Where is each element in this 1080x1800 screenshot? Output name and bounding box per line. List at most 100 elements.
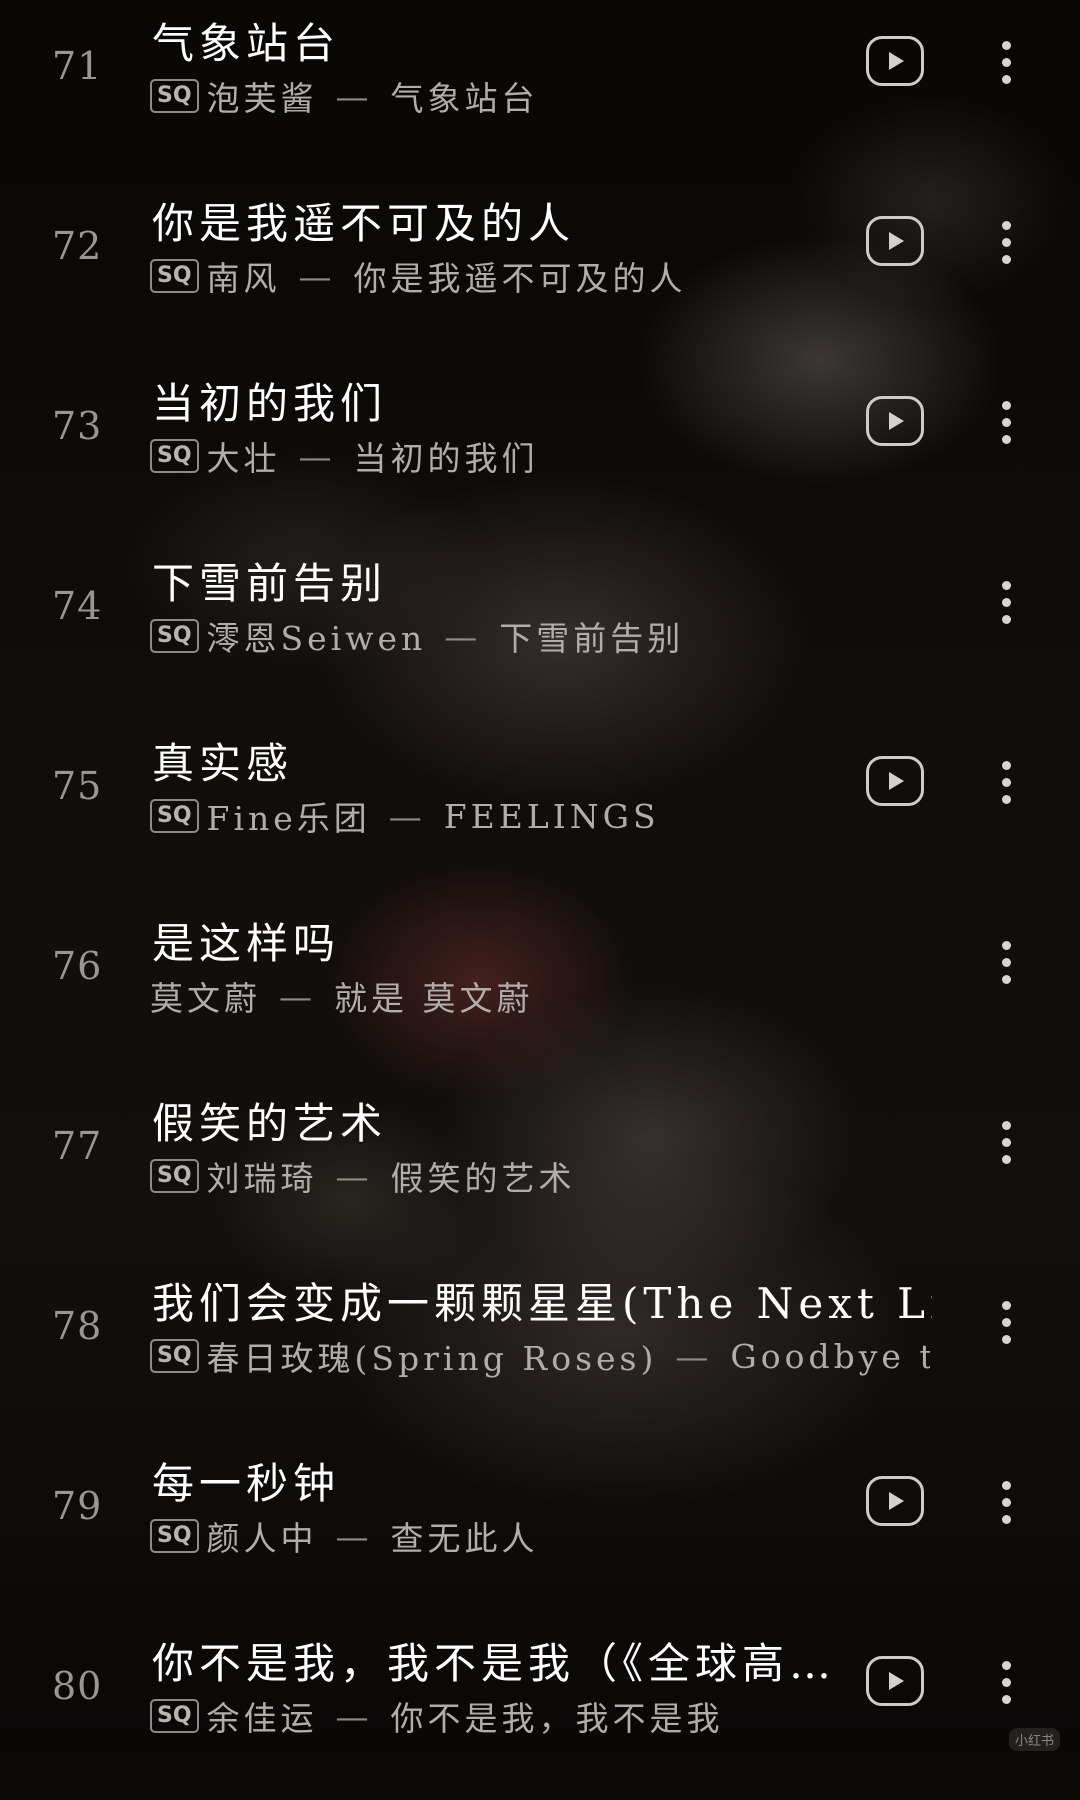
song-album: 假笑的艺术 <box>390 1159 576 1198</box>
more-dot <box>1001 615 1011 624</box>
song-subtitle: SQ 刘瑞琦 — 假笑的艺术 <box>150 1152 930 1200</box>
song-subtitle: SQ春日玫瑰(Spring Roses) — Goodbye to Weihai <box>150 1332 930 1380</box>
separator-dash: — <box>335 1696 373 1736</box>
song-artist: 颜人中 <box>206 1519 318 1558</box>
sq-quality-badge: SQ <box>150 79 199 113</box>
more-vertical-icon[interactable] <box>996 218 1016 268</box>
song-artist: 澪恩Seiwen <box>206 619 427 658</box>
song-album: 你是我遥不可及的人 <box>353 259 687 298</box>
song-title: 下雪前告别 <box>152 559 388 608</box>
more-dot <box>1001 221 1011 230</box>
more-vertical-icon[interactable] <box>996 1478 1016 1528</box>
song-subtitle: SQ Fine乐团 — FEELINGS <box>150 792 930 840</box>
song-title: 你不是我，我不是我（《全球高… <box>152 1639 837 1688</box>
play-icon <box>889 232 904 250</box>
more-dot <box>1001 1155 1011 1164</box>
song-row[interactable]: 80 你不是我，我不是我（《全球高… SQ 余佳运 — 你不是我，我不是我 <box>0 1620 1080 1800</box>
song-row[interactable]: 77 假笑的艺术 SQ 刘瑞琦 — 假笑的艺术 <box>0 1080 1080 1260</box>
song-subtitle: SQ 泡芙酱 — 气象站台 <box>150 72 930 120</box>
more-dot <box>1001 1121 1011 1130</box>
sq-quality-badge: SQ <box>150 1339 199 1373</box>
separator-dash: — <box>675 1336 713 1376</box>
song-album: 气象站台 <box>390 79 539 118</box>
more-vertical-icon[interactable] <box>996 398 1016 448</box>
song-album: 就是 莫文蔚 <box>334 979 534 1018</box>
song-rank: 77 <box>52 1124 103 1168</box>
song-album: 你不是我，我不是我 <box>390 1699 724 1738</box>
more-vertical-icon[interactable] <box>996 758 1016 808</box>
song-artist: 大壮 <box>206 439 281 478</box>
mv-play-button[interactable] <box>866 1656 924 1706</box>
play-icon <box>889 52 904 70</box>
song-rank: 73 <box>52 404 103 448</box>
play-icon <box>889 772 904 790</box>
mv-play-button[interactable] <box>866 36 924 86</box>
more-dot <box>1001 1498 1011 1507</box>
more-dot <box>1001 58 1011 67</box>
separator-dash: — <box>298 256 336 296</box>
song-row[interactable]: 71 气象站台 SQ 泡芙酱 — 气象站台 <box>0 0 1080 180</box>
song-album: Goodbye to Weihai <box>730 1336 930 1376</box>
more-dot <box>1001 1678 1011 1687</box>
song-row[interactable]: 75 真实感 SQ Fine乐团 — FEELINGS <box>0 720 1080 900</box>
song-rank: 75 <box>52 764 103 808</box>
more-dot <box>1001 761 1011 770</box>
separator-dash: — <box>298 436 336 476</box>
song-row[interactable]: 74 下雪前告别 SQ 澪恩Seiwen — 下雪前告别 <box>0 540 1080 720</box>
song-rank: 71 <box>52 44 103 88</box>
more-dot <box>1001 75 1011 84</box>
separator-dash: — <box>279 976 316 1016</box>
song-artist: 余佳运 <box>206 1699 318 1738</box>
more-dot <box>1001 975 1011 984</box>
mv-play-button[interactable] <box>866 1476 924 1526</box>
more-vertical-icon[interactable] <box>996 578 1016 628</box>
mv-play-button[interactable] <box>866 216 924 266</box>
song-rank: 78 <box>52 1304 103 1348</box>
song-subtitle: SQ 大壮 — 当初的我们 <box>150 432 930 480</box>
sq-quality-badge: SQ <box>150 1159 199 1193</box>
song-row[interactable]: 73 当初的我们 SQ 大壮 — 当初的我们 <box>0 360 1080 540</box>
more-dot <box>1001 1661 1011 1670</box>
more-vertical-icon[interactable] <box>996 1118 1016 1168</box>
more-dot <box>1001 255 1011 264</box>
song-row[interactable]: 72 你是我遥不可及的人 SQ 南风 — 你是我遥不可及的人 <box>0 180 1080 360</box>
song-artist: 泡芙酱 <box>206 79 318 118</box>
more-vertical-icon[interactable] <box>996 1298 1016 1348</box>
song-title: 我们会变成一颗颗星星(The Next Life) <box>152 1279 932 1328</box>
separator-dash: — <box>444 616 482 656</box>
more-dot <box>1001 581 1011 590</box>
sq-quality-badge: SQ <box>150 619 199 653</box>
song-album: 查无此人 <box>390 1519 539 1558</box>
song-title: 每一秒钟 <box>152 1459 341 1508</box>
mv-play-button[interactable] <box>866 396 924 446</box>
sq-quality-badge: SQ <box>150 1519 199 1553</box>
more-vertical-icon[interactable] <box>996 38 1016 88</box>
song-list: 71 气象站台 SQ 泡芙酱 — 气象站台 72 你是我遥不可及的人 SQ 南风 — 你是我遥不可及的… <box>0 0 1080 1757</box>
more-vertical-icon[interactable] <box>996 938 1016 988</box>
watermark: 小红书 <box>1008 1728 1060 1751</box>
song-artist: 春日玫瑰(Spring Roses) <box>206 1339 658 1378</box>
song-rank: 74 <box>52 584 103 628</box>
song-rank: 76 <box>52 944 103 988</box>
song-title: 气象站台 <box>152 19 341 68</box>
more-vertical-icon[interactable] <box>996 1658 1016 1708</box>
song-album: FEELINGS <box>443 796 660 836</box>
more-dot <box>1001 795 1011 804</box>
more-dot <box>1001 1695 1011 1704</box>
song-row[interactable]: 78我们会变成一颗颗星星(The Next Life)SQ春日玫瑰(Spring… <box>0 1260 1080 1440</box>
song-row[interactable]: 79 每一秒钟 SQ 颜人中 — 查无此人 <box>0 1440 1080 1620</box>
song-title: 你是我遥不可及的人 <box>152 199 576 248</box>
more-dot <box>1001 778 1011 787</box>
more-dot <box>1001 238 1011 247</box>
more-dot <box>1001 1138 1011 1147</box>
more-dot <box>1001 41 1011 50</box>
song-album: 当初的我们 <box>353 439 539 478</box>
song-subtitle: SQ 颜人中 — 查无此人 <box>150 1512 930 1560</box>
song-artist: 南风 <box>206 259 281 298</box>
song-row[interactable]: 76 是这样吗 莫文蔚 — 就是 莫文蔚 <box>0 900 1080 1080</box>
more-dot <box>1001 1301 1011 1310</box>
song-title: 是这样吗 <box>152 919 341 968</box>
more-dot <box>1001 958 1011 967</box>
mv-play-button[interactable] <box>866 756 924 806</box>
song-album: 下雪前告别 <box>499 619 685 658</box>
